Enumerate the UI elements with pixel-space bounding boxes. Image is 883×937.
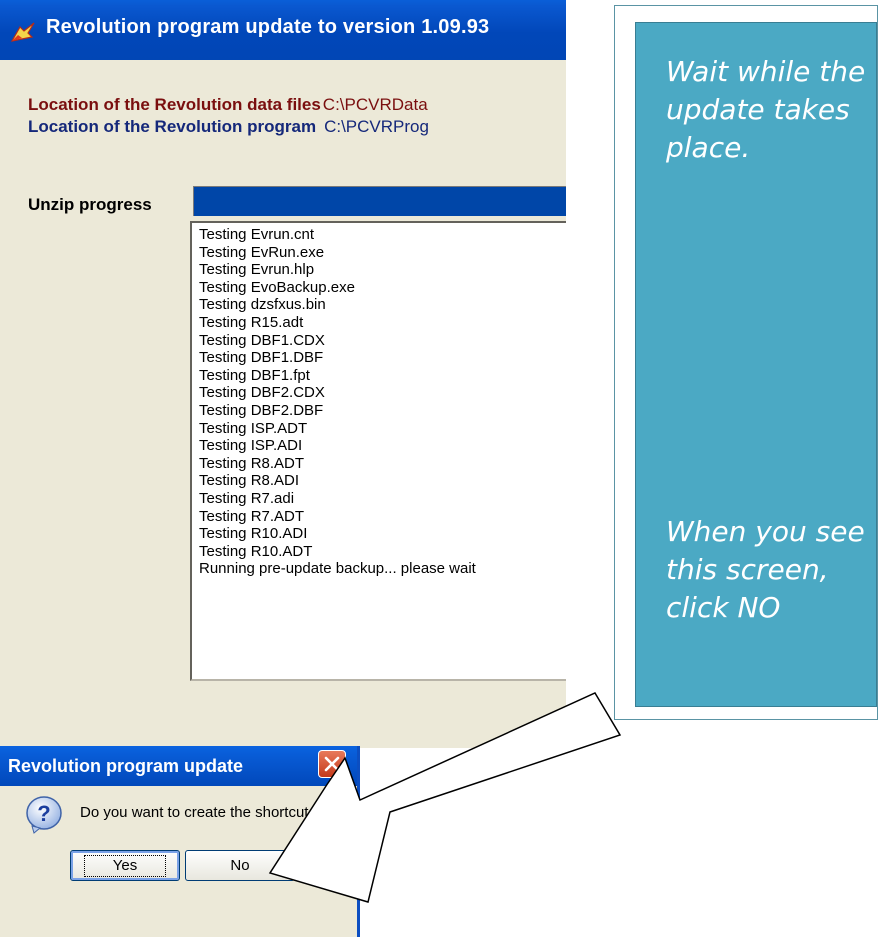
log-line: Testing R10.ADT: [199, 542, 313, 560]
program-location-value: C:\PCVRProg: [324, 117, 429, 136]
close-button[interactable]: [318, 750, 346, 778]
log-line: Testing EvoBackup.exe: [199, 278, 355, 296]
dialog-message: Do you want to create the shortcut: [80, 804, 309, 821]
log-line: Testing dzsfxus.bin: [199, 296, 326, 314]
app-icon: [10, 22, 35, 42]
yes-button[interactable]: Yes: [70, 850, 180, 881]
callout-click-no-text: When you see this screen, click NO: [666, 515, 865, 624]
log-line: Testing R8.ADT: [199, 454, 305, 472]
window-title: Revolution program update to version 1.0…: [46, 16, 490, 38]
shortcut-dialog: Revolution program update ? Do you want …: [0, 746, 360, 937]
program-location-label: Location of the Revolution program: [28, 117, 317, 136]
dialog-title: Revolution program update: [8, 756, 244, 776]
log-line: Testing Evrun.cnt: [199, 226, 315, 243]
log-line: Testing R7.adi: [199, 489, 295, 507]
log-line: Testing R7.ADT: [199, 507, 305, 525]
close-icon: [324, 756, 340, 772]
log-line: Testing ISP.ADI: [199, 437, 303, 455]
svg-text:?: ?: [37, 801, 50, 826]
data-location-value: C:\PCVRData: [322, 95, 428, 114]
log-line: Testing DBF1.CDX: [199, 331, 325, 349]
data-location-label: Location of the Revolution data files: [28, 95, 321, 114]
log-line: Testing R8.ADI: [199, 472, 300, 490]
title-bar[interactable]: Revolution program update to version 1.0…: [0, 0, 566, 60]
log-listbox[interactable]: Testing Evrun.cnt Testing EvRun.exe Testin…: [190, 221, 566, 681]
dialog-title-bar[interactable]: Revolution program update: [0, 746, 357, 786]
log-line: Testing DBF1.DBF: [199, 349, 324, 367]
log-line: Running pre-update backup... please wait: [199, 560, 476, 578]
log-line: Testing DBF1.fpt: [199, 366, 310, 384]
log-line: Testing R10.ADI: [199, 525, 308, 543]
log-line: Testing DBF2.DBF: [199, 401, 324, 419]
log-line: Testing EvRun.exe: [199, 243, 325, 261]
yes-label: Yes: [83, 855, 167, 877]
log-line: Testing DBF2.CDX: [199, 384, 325, 402]
no-button[interactable]: No: [185, 850, 295, 881]
program-location-row: Location of the Revolution program C:\PCV…: [28, 117, 429, 137]
update-window: Revolution program update to version 1.0…: [0, 0, 566, 748]
data-location-row: Location of the Revolution data files C:\…: [28, 95, 428, 115]
no-label: No: [230, 857, 250, 874]
log-line: Testing ISP.ADT: [199, 419, 308, 437]
question-icon: ?: [26, 796, 62, 834]
instruction-callout: Wait while the update takes place. When …: [635, 22, 877, 707]
log-line: Testing Evrun.hlp: [199, 261, 315, 279]
log-line: Testing R15.adt: [199, 313, 304, 331]
callout-wait-text: Wait while the update takes place.: [666, 55, 866, 164]
unzip-progress-bar: [193, 186, 566, 216]
unzip-progress-label: Unzip progress: [28, 195, 152, 214]
